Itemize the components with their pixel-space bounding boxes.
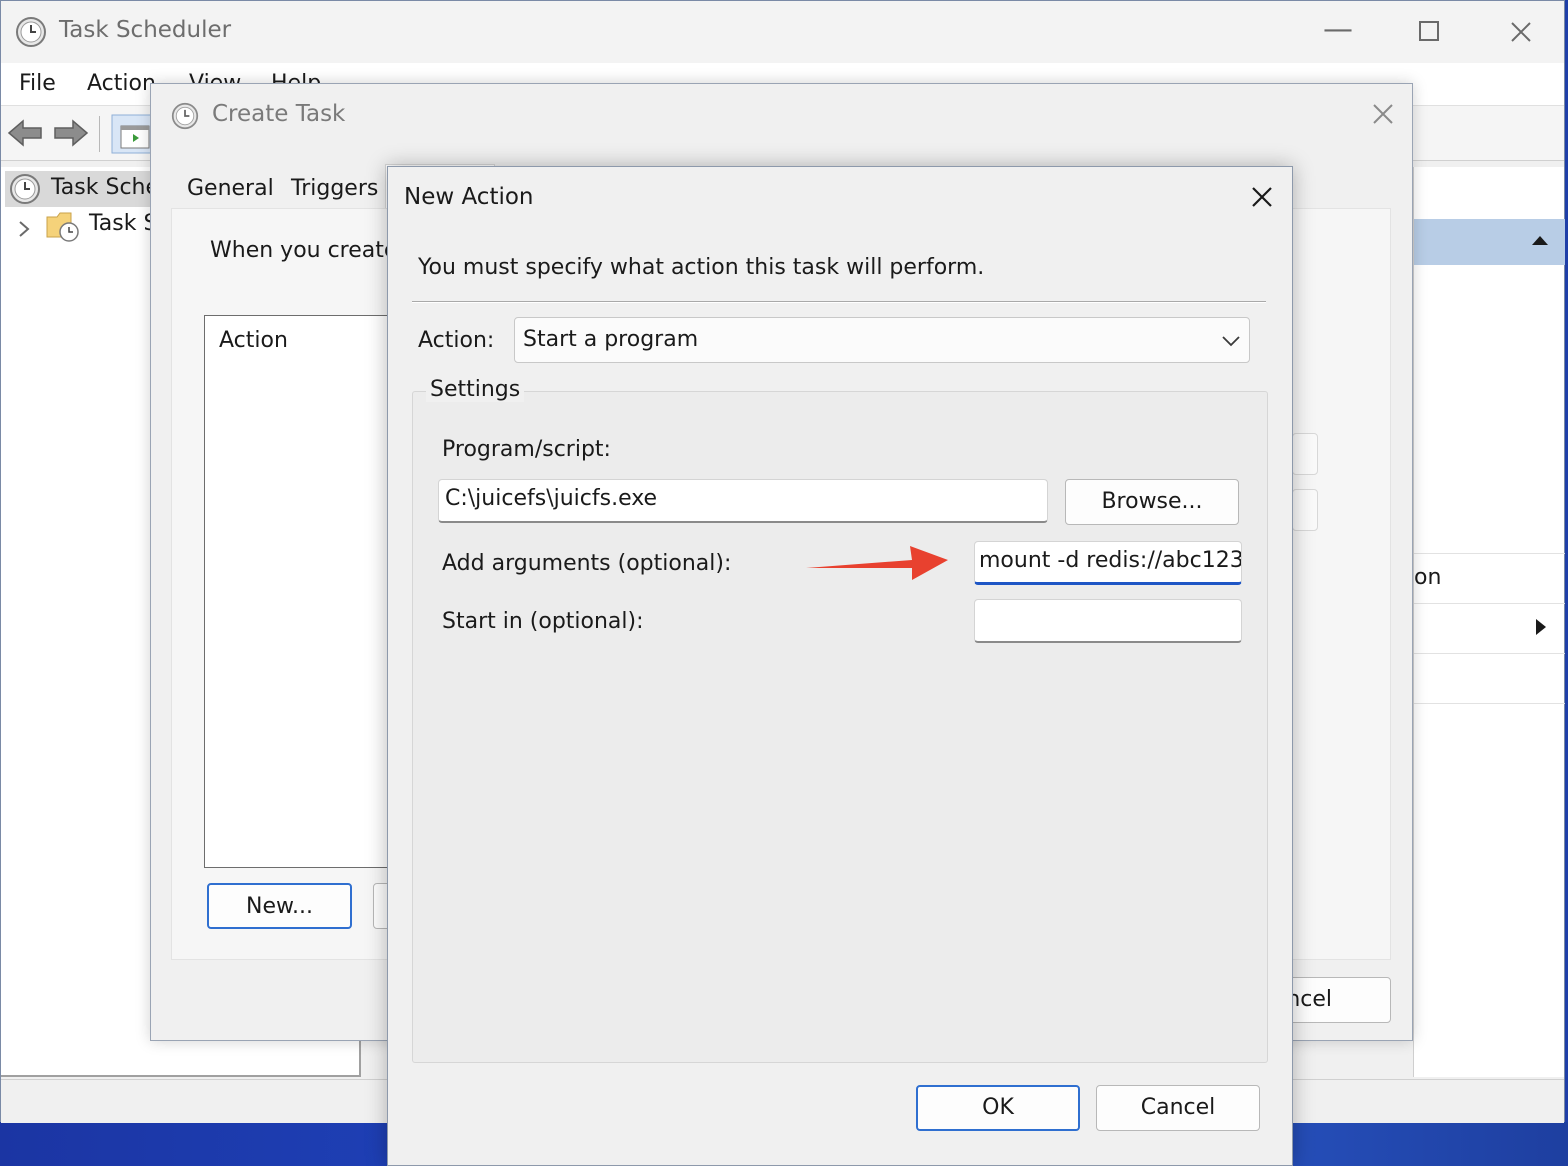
start-in-label: Start in (optional): xyxy=(442,609,644,634)
action-type-value: Start a program xyxy=(523,327,699,352)
start-in-input[interactable] xyxy=(974,599,1242,643)
program-script-input[interactable]: C:\juicefs\juicfs.exe xyxy=(438,479,1048,523)
actions-list-header: Action xyxy=(219,328,288,353)
scroll-up-icon[interactable] xyxy=(1530,233,1550,247)
actions-divider xyxy=(1414,553,1565,554)
toolbar-divider xyxy=(99,116,100,152)
close-icon[interactable] xyxy=(1509,20,1533,44)
new-action-button[interactable]: New... xyxy=(207,883,352,929)
actions-list[interactable]: Action xyxy=(204,315,404,868)
add-arguments-value: mount -d redis://abc123 xyxy=(979,548,1242,573)
chevron-down-icon[interactable] xyxy=(1221,334,1241,348)
main-window-title: Task Scheduler xyxy=(59,17,232,43)
actions-pane: on xyxy=(1413,167,1565,1077)
program-script-label: Program/script: xyxy=(442,437,611,462)
actions-divider xyxy=(1414,603,1565,604)
create-task-title-bar: Create Task xyxy=(151,84,1412,146)
delete-button[interactable] xyxy=(1292,489,1318,531)
clock-icon xyxy=(10,174,40,204)
tab-triggers[interactable]: Triggers xyxy=(281,170,388,212)
maximize-icon[interactable] xyxy=(1419,21,1439,41)
minimize-icon[interactable]: — xyxy=(1323,15,1353,45)
forward-arrow-icon[interactable] xyxy=(53,118,89,148)
tab-general[interactable]: General xyxy=(177,170,284,212)
annotation-arrow-icon xyxy=(806,546,948,580)
clock-icon xyxy=(171,102,199,130)
add-arguments-label: Add arguments (optional): xyxy=(442,551,732,576)
action-label: Action: xyxy=(418,328,495,353)
menu-action[interactable]: Action xyxy=(87,71,156,96)
action-type-dropdown[interactable]: Start a program xyxy=(514,317,1250,363)
edit-button[interactable] xyxy=(1292,433,1318,475)
clock-icon xyxy=(16,17,46,47)
instruction-text: You must specify what action this task w… xyxy=(418,255,985,280)
actions-divider xyxy=(1414,653,1565,654)
folder-clock-icon xyxy=(46,212,79,242)
browse-button[interactable]: Browse... xyxy=(1065,479,1239,525)
tree-library-label[interactable]: Task S xyxy=(89,211,157,236)
add-arguments-input[interactable]: mount -d redis://abc123 xyxy=(974,541,1242,585)
console-icon[interactable] xyxy=(111,114,155,154)
new-action-dialog: New Action You must specify what action … xyxy=(387,166,1293,1166)
new-action-title: New Action xyxy=(404,184,534,210)
actions-partial-text[interactable]: on xyxy=(1414,565,1441,590)
back-arrow-icon[interactable] xyxy=(7,118,43,148)
create-task-title: Create Task xyxy=(212,101,346,127)
create-task-description: When you create xyxy=(210,238,398,263)
chevron-right-icon[interactable] xyxy=(17,219,31,239)
close-icon[interactable] xyxy=(1371,102,1395,126)
menu-file[interactable]: File xyxy=(19,71,56,96)
actions-divider xyxy=(1414,703,1565,704)
submenu-arrow-icon[interactable] xyxy=(1534,617,1548,637)
main-title-bar: Task Scheduler — xyxy=(1,1,1564,63)
cancel-button[interactable]: Cancel xyxy=(1096,1085,1260,1131)
close-icon[interactable] xyxy=(1250,185,1274,209)
settings-group-label: Settings xyxy=(426,377,525,402)
ok-button[interactable]: OK xyxy=(916,1085,1080,1131)
separator-line xyxy=(412,301,1266,303)
tree-root-label[interactable]: Task Sche xyxy=(51,175,159,200)
